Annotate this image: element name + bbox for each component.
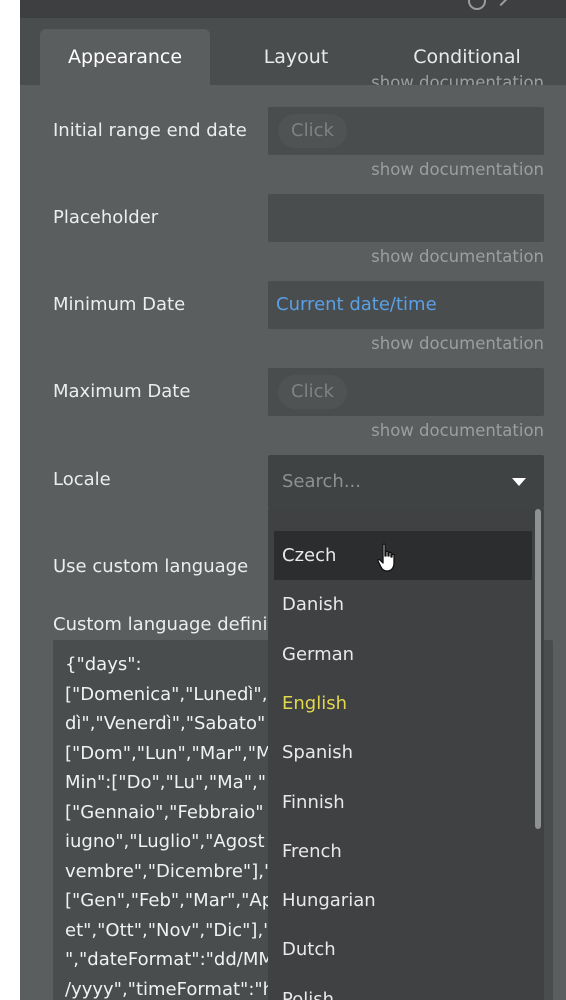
show-documentation-link[interactable]: show documentation [371, 73, 544, 85]
caret-down-icon[interactable] [512, 478, 526, 486]
locale-option-english[interactable]: English [274, 679, 532, 728]
show-documentation-link[interactable]: show documentation [371, 334, 544, 353]
locale-option-dutch[interactable]: Dutch [274, 925, 532, 974]
dynamic-click-chip[interactable]: Click [278, 114, 347, 148]
locale-option-danish[interactable]: Danish [274, 580, 532, 629]
maximum-date-field[interactable]: Click [268, 368, 544, 416]
locale-select[interactable]: Search... [268, 455, 544, 509]
placeholder-field[interactable] [268, 194, 544, 242]
scrollbar-thumb[interactable] [535, 509, 541, 829]
custom-language-definition-label: Custom language defini [53, 614, 268, 635]
locale-option-polish[interactable]: Polish [274, 975, 532, 1000]
show-documentation-link[interactable]: show documentation [371, 421, 544, 440]
tab-layout[interactable]: Layout [220, 29, 372, 85]
dynamic-click-chip[interactable]: Click [278, 375, 347, 409]
locale-label: Locale [53, 469, 111, 490]
minimum-date-label: Minimum Date [53, 294, 186, 315]
locale-option-hungarian[interactable]: Hungarian [274, 876, 532, 925]
initial-range-end-label: Initial range end date [53, 120, 247, 141]
initial-range-end-field[interactable]: Click [268, 107, 544, 155]
placeholder-label: Placeholder [53, 207, 159, 228]
locale-option-spanish[interactable]: Spanish [274, 728, 532, 777]
property-editor-panel: Appearance Layout Conditional show docum… [20, 0, 566, 1000]
maximum-date-label: Maximum Date [53, 381, 191, 402]
use-custom-language-label: Use custom language [53, 556, 249, 577]
minimum-date-value[interactable]: Current date/time [276, 281, 437, 329]
locale-option-finnish[interactable]: Finnish [274, 778, 532, 827]
hand-cursor-icon [377, 543, 395, 572]
locale-dropdown-list: Czech Danish German English Spanish Finnish Fr… [268, 509, 544, 1000]
tab-appearance[interactable]: Appearance [40, 29, 210, 85]
locale-option-czech[interactable]: Czech [274, 531, 532, 580]
show-documentation-link[interactable]: show documentation [371, 160, 544, 179]
locale-search-input[interactable]: Search... [282, 455, 361, 509]
dropdown-scrollbar[interactable] [532, 509, 544, 1000]
locale-option-french[interactable]: French [274, 827, 532, 876]
chevron-right-icon[interactable] [493, 0, 509, 7]
panel-header [20, 0, 566, 18]
locale-option-german[interactable]: German [274, 630, 532, 679]
show-documentation-link[interactable]: show documentation [371, 247, 544, 266]
minimum-date-field[interactable]: Current date/time [268, 281, 544, 329]
help-icon[interactable] [468, 0, 486, 10]
